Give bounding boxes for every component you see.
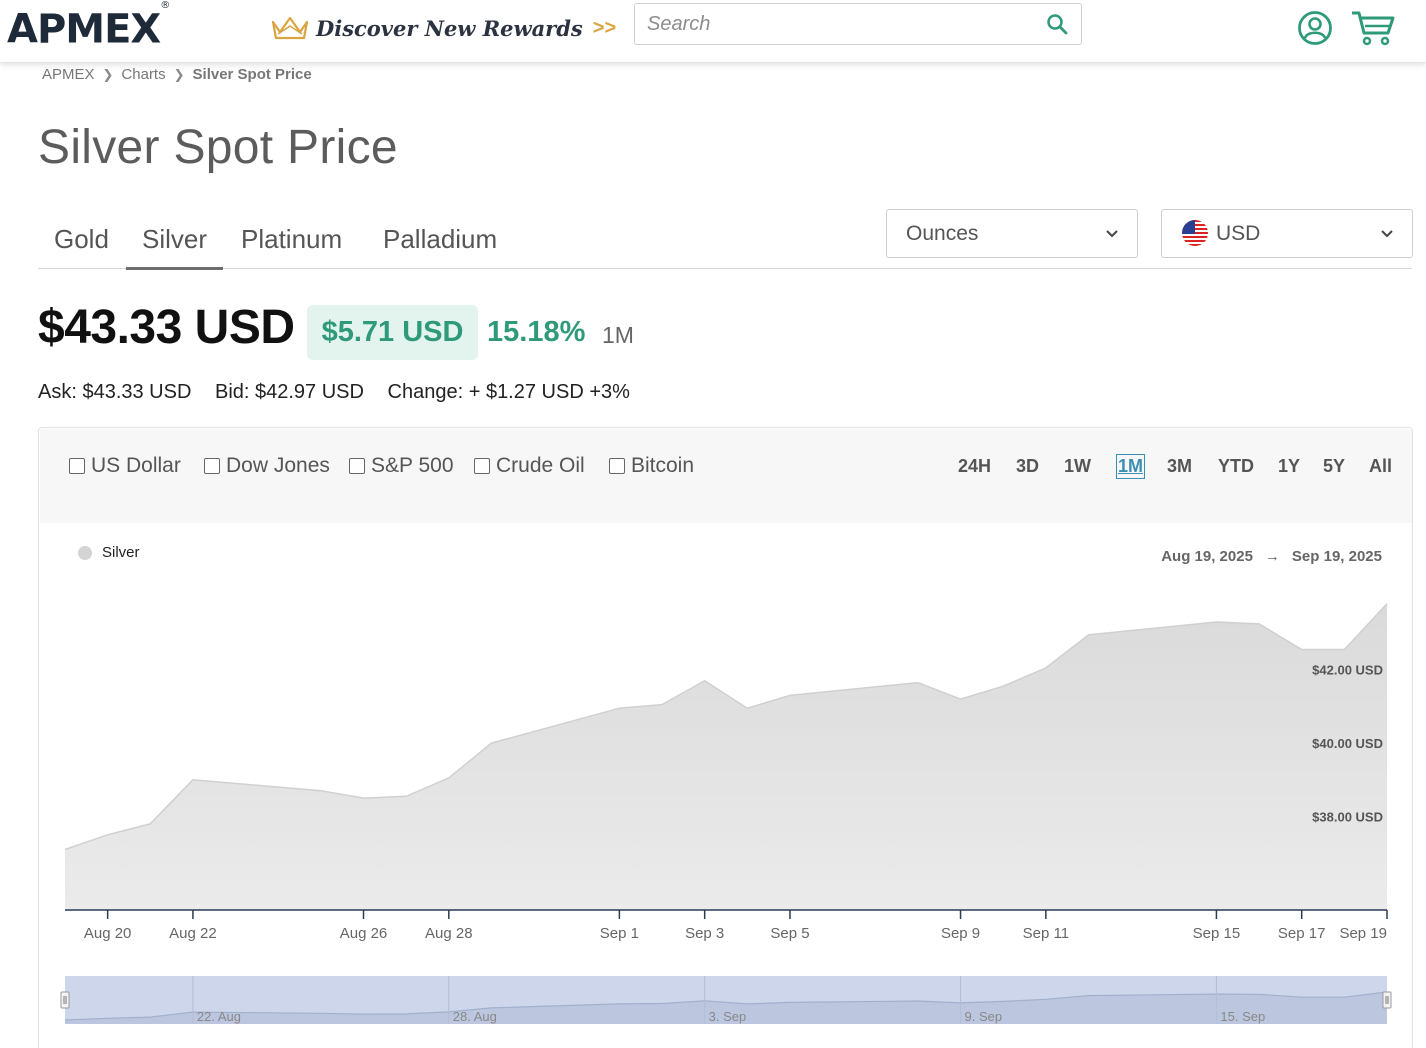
y-tick-label: $42.00 USD — [1312, 663, 1383, 678]
x-tick-label: Sep 3 — [685, 925, 724, 942]
crown-icon — [271, 16, 309, 40]
chart-card: US Dollar Dow Jones S&P 500 Crude Oil Bi… — [38, 427, 1413, 1048]
unit-select[interactable]: Ounces — [886, 209, 1138, 258]
y-tick-label: $38.00 USD — [1312, 809, 1383, 824]
breadcrumb-home[interactable]: APMEX — [42, 66, 95, 83]
x-tick-label: Aug 22 — [169, 925, 217, 942]
us-flag-icon — [1182, 220, 1208, 246]
tab-platinum[interactable]: Platinum — [241, 224, 342, 267]
change-line: Change: + $1.27 USD +3% — [387, 381, 630, 403]
apmex-logo[interactable]: APMEX® — [7, 0, 170, 51]
rewards-promo[interactable]: Discover New Rewards >> — [270, 12, 616, 44]
navigator-right-handle[interactable] — [1382, 991, 1392, 1009]
ask-bid-line: Ask: $43.33 USD Bid: $42.97 USD Change: … — [38, 381, 648, 404]
search-icon[interactable] — [1045, 12, 1069, 36]
navigator-tick-label: 15. Sep — [1220, 1009, 1265, 1024]
site-header: APMEX® Discover New Rewards >> — [0, 0, 1426, 63]
cart-icon[interactable] — [1350, 9, 1396, 47]
navigator-tick-label: 9. Sep — [965, 1009, 1003, 1024]
promo-arrows: >> — [592, 16, 617, 39]
x-tick-label: Sep 19 — [1339, 925, 1387, 942]
price-chart[interactable]: Aug 20 Aug 22 Aug 26 Aug 28 Sep 1 Sep 3 Sep 5 S… — [39, 428, 1412, 1048]
x-tick-label: Sep 11 — [1023, 925, 1069, 942]
x-tick-label: Sep 1 — [600, 925, 639, 942]
series-area — [65, 603, 1387, 910]
page-title: Silver Spot Price — [38, 121, 398, 174]
chevron-right-icon: ❯ — [173, 66, 185, 82]
unit-select-value: Ounces — [906, 222, 979, 245]
spot-price: $43.33 USD — [38, 301, 295, 354]
promo-text: Discover New Rewards — [316, 15, 583, 41]
navigator-tick-label: 28. Aug — [453, 1009, 497, 1024]
x-tick-label: Aug 26 — [340, 925, 388, 942]
breadcrumb-current: Silver Spot Price — [192, 66, 312, 83]
currency-select-value: USD — [1216, 222, 1261, 245]
chevron-down-icon — [1106, 230, 1118, 238]
y-tick-label: $40.00 USD — [1312, 736, 1383, 751]
currency-select[interactable]: USD — [1161, 209, 1413, 258]
tab-palladium[interactable]: Palladium — [383, 224, 497, 267]
change-amount-badge: $5.71 USD — [307, 305, 478, 360]
tab-silver[interactable]: Silver — [126, 224, 224, 270]
x-tick-label: Sep 17 — [1278, 925, 1326, 942]
x-tick-label: Sep 15 — [1193, 925, 1241, 942]
ask-price: Ask: $43.33 USD — [38, 381, 192, 403]
navigator-tick-label: 3. Sep — [709, 1009, 747, 1024]
search-input[interactable] — [635, 4, 1025, 44]
navigator-left-handle[interactable] — [60, 991, 70, 1009]
search-box[interactable] — [634, 3, 1082, 45]
change-percent: 15.18% — [487, 316, 586, 348]
chevron-right-icon: ❯ — [102, 66, 114, 82]
breadcrumb: APMEX ❯ Charts ❯ Silver Spot Price — [42, 66, 312, 83]
x-tick-label: Sep 9 — [941, 925, 980, 942]
navigator-tick-label: 22. Aug — [197, 1009, 241, 1024]
bid-price: Bid: $42.97 USD — [214, 381, 364, 403]
x-tick-label: Aug 28 — [425, 925, 473, 942]
tab-gold[interactable]: Gold — [54, 224, 109, 267]
x-tick-label: Sep 5 — [770, 925, 809, 942]
chevron-down-icon — [1381, 230, 1393, 238]
x-tick-label: Aug 20 — [84, 925, 132, 942]
account-icon[interactable] — [1297, 10, 1333, 46]
breadcrumb-charts[interactable]: Charts — [121, 66, 165, 83]
change-period: 1M — [602, 322, 634, 348]
